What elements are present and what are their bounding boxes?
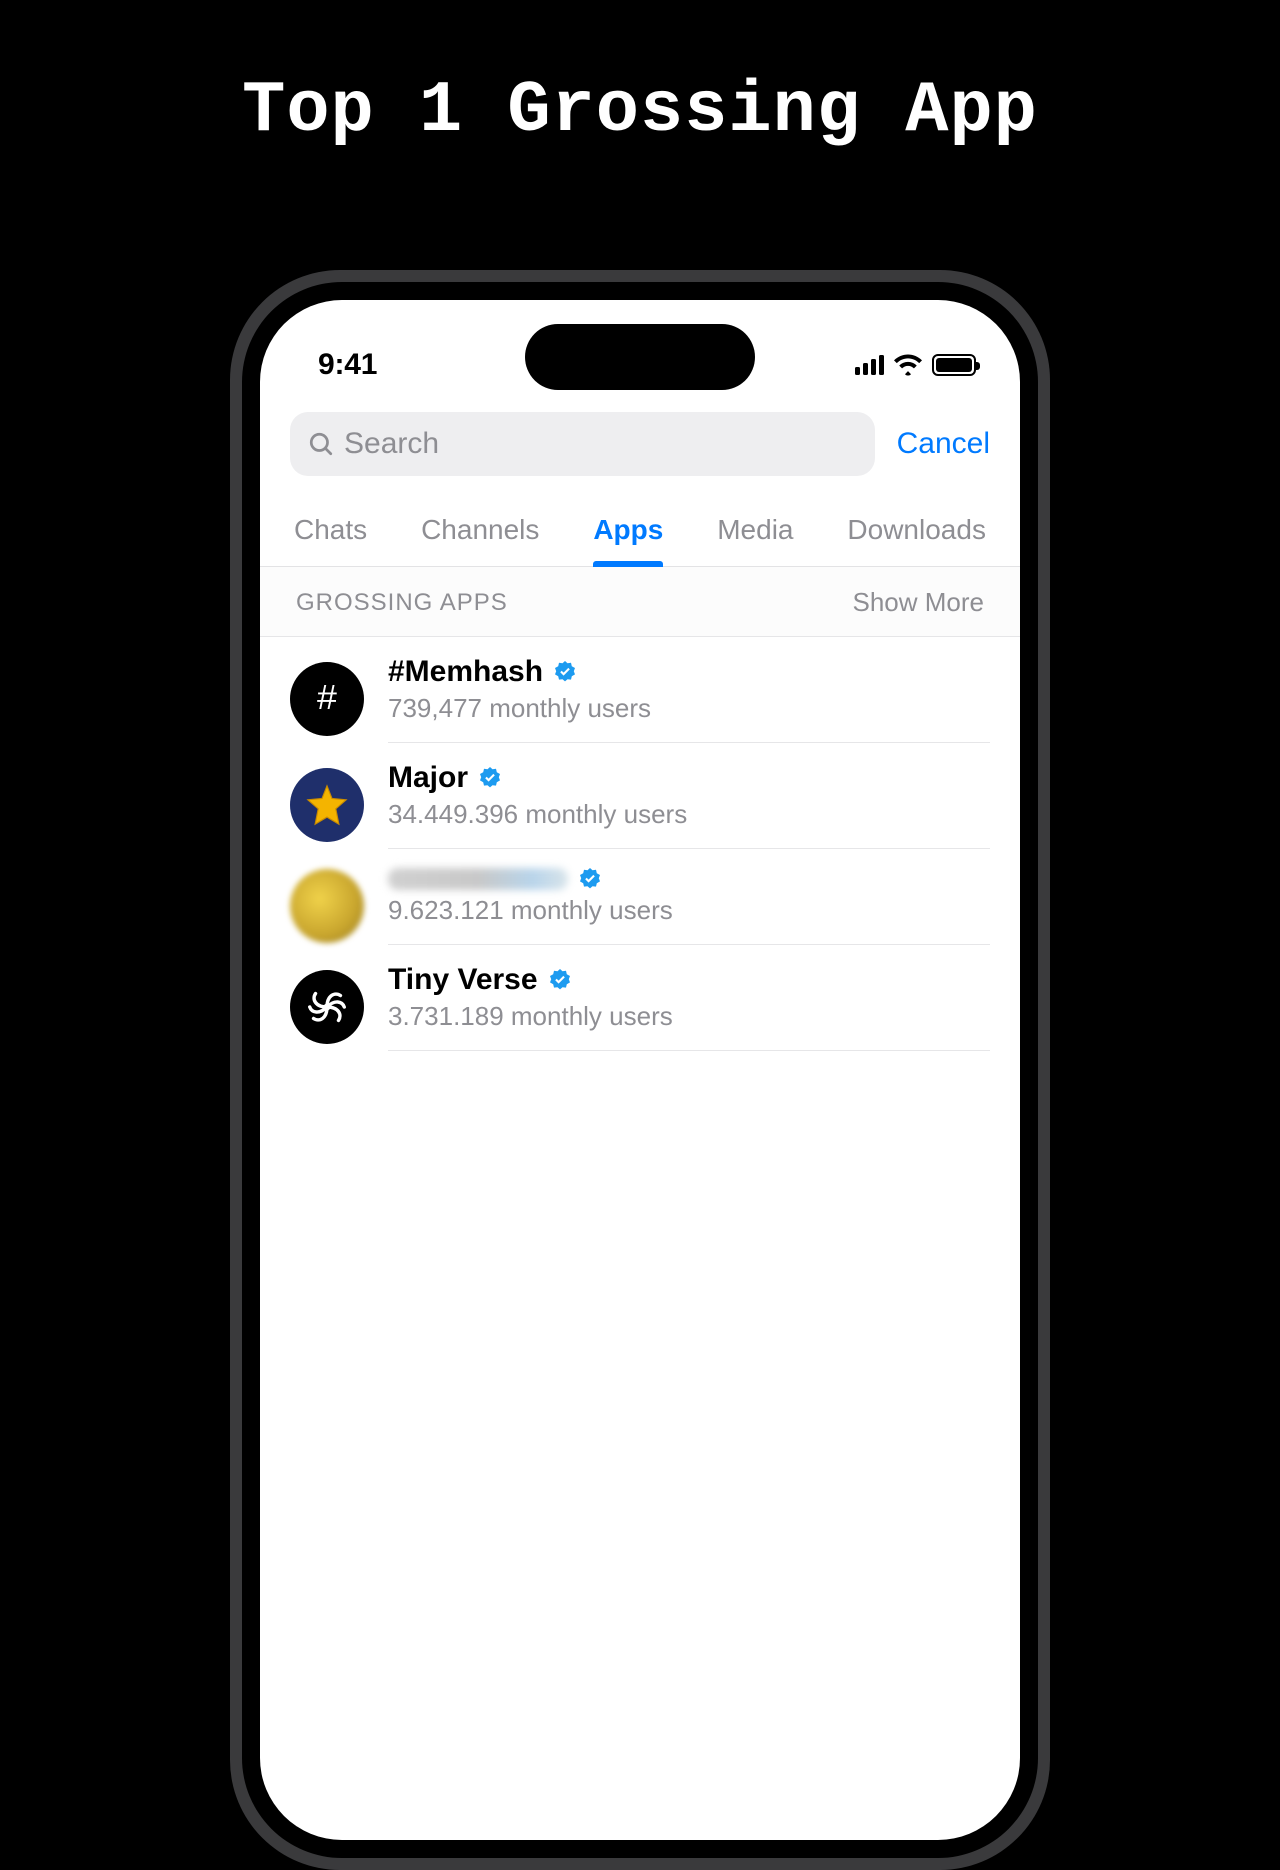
- avatar: [290, 869, 364, 943]
- cellular-icon: [855, 355, 884, 375]
- list-item[interactable]: Tiny Verse 3.731.189 monthly users: [260, 945, 1020, 1051]
- verified-icon: [578, 867, 602, 891]
- avatar: [290, 768, 364, 842]
- status-time: 9:41: [318, 348, 377, 382]
- grossing-apps-list: # #Memhash 739,477 monthly users: [260, 637, 1020, 1051]
- wifi-icon: [894, 354, 922, 376]
- tab-apps[interactable]: Apps: [593, 514, 663, 566]
- app-name: #Memhash: [388, 655, 543, 689]
- list-item[interactable]: # #Memhash 739,477 monthly users: [260, 637, 1020, 743]
- battery-icon: [932, 354, 976, 376]
- app-name: Tiny Verse: [388, 963, 538, 997]
- section-title: GROSSING APPS: [296, 589, 508, 617]
- page-title: Top 1 Grossing App: [0, 70, 1280, 152]
- tab-chats[interactable]: Chats: [294, 514, 367, 566]
- verified-icon: [553, 660, 577, 684]
- verified-icon: [548, 968, 572, 992]
- app-name: Major: [388, 761, 468, 795]
- cancel-button[interactable]: Cancel: [897, 427, 990, 461]
- search-placeholder: Search: [344, 427, 439, 461]
- verified-icon: [478, 766, 502, 790]
- app-name-redacted: [388, 868, 568, 890]
- tab-channels[interactable]: Channels: [421, 514, 539, 566]
- section-header: GROSSING APPS Show More: [260, 567, 1020, 637]
- app-subtitle: 34.449.396 monthly users: [388, 799, 990, 830]
- phone-frame: 9:41: [230, 270, 1050, 1870]
- app-subtitle: 3.731.189 monthly users: [388, 1001, 990, 1032]
- list-item[interactable]: Major 34.449.396 monthly users: [260, 743, 1020, 849]
- search-input[interactable]: Search: [290, 412, 875, 476]
- status-indicators: [855, 354, 976, 376]
- search-icon: [308, 431, 334, 457]
- phone-bezel: 9:41: [242, 282, 1038, 1858]
- search-row: Search Cancel: [260, 396, 1020, 490]
- dynamic-island: [525, 324, 755, 390]
- tab-media[interactable]: Media: [717, 514, 793, 566]
- tab-bar: Chats Channels Apps Media Downloads: [260, 490, 1020, 567]
- phone-screen: 9:41: [260, 300, 1020, 1840]
- app-subtitle: 739,477 monthly users: [388, 693, 990, 724]
- tab-downloads[interactable]: Downloads: [847, 514, 986, 566]
- avatar: [290, 970, 364, 1044]
- show-more-button[interactable]: Show More: [853, 587, 985, 618]
- app-subtitle: 9.623.121 monthly users: [388, 895, 990, 926]
- avatar: #: [290, 662, 364, 736]
- list-item[interactable]: 9.623.121 monthly users: [260, 849, 1020, 945]
